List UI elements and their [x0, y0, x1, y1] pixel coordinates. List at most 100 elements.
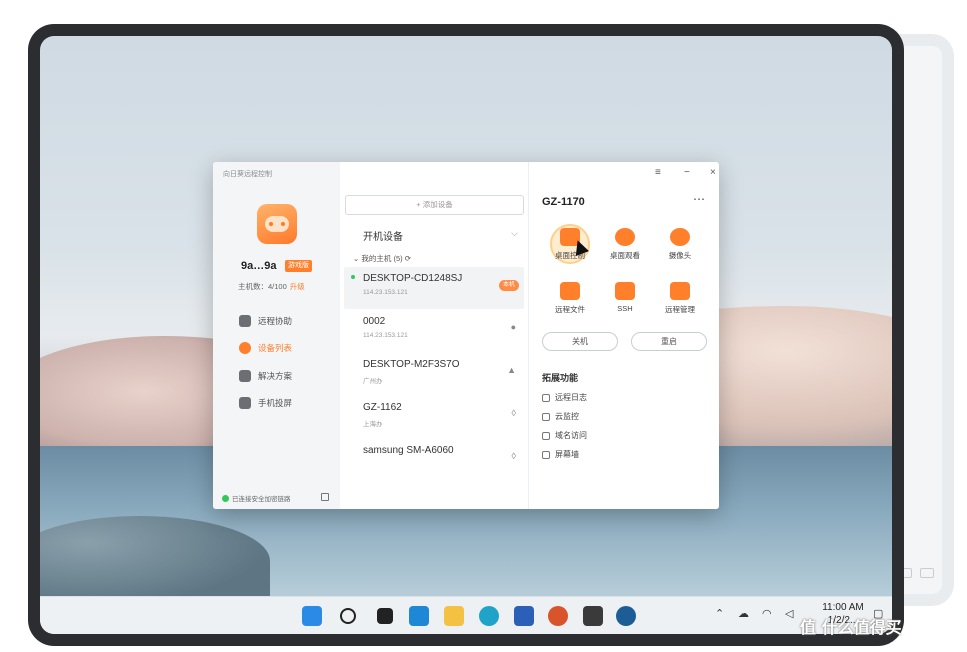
- android-icon: ▲: [507, 365, 516, 375]
- device-title: GZ-1170: [542, 196, 585, 208]
- ext-label: 云监控: [555, 412, 579, 421]
- menu-icon[interactable]: ≡: [655, 167, 661, 178]
- ext-item-domain-access[interactable]: 域名访问: [542, 430, 587, 441]
- wifi-icon[interactable]: ◠: [762, 607, 772, 620]
- chevron-up-icon[interactable]: ⌃: [715, 607, 724, 620]
- action-label: 远程文件: [555, 305, 585, 314]
- screen-wall-icon: [542, 450, 550, 459]
- solutions-icon: [239, 370, 251, 382]
- task-view-icon[interactable]: [377, 608, 393, 624]
- powerpoint-icon[interactable]: [548, 606, 568, 626]
- group-label: 我的主机 (5): [361, 254, 403, 263]
- ext-label: 域名访问: [555, 431, 587, 440]
- sidebar-item-label: 设备列表: [258, 343, 293, 353]
- device-detail-panel: ≡ − × GZ-1170 ⋯ 桌面控制 桌面观看 摄像头 远程文件 SSH 远…: [529, 162, 719, 509]
- device-item[interactable]: DESKTOP-CD1248SJ 114.23.153.121 本机: [344, 267, 524, 309]
- device-item[interactable]: DESKTOP-M2F3S7O 广州办 ▲: [344, 353, 524, 395]
- device-item[interactable]: 0002 114.23.153.121 ●: [344, 310, 524, 352]
- this-device-tag: 本机: [498, 280, 519, 291]
- camera-button[interactable]: 摄像头: [652, 228, 708, 268]
- secure-label: 已连接安全加密链路: [232, 496, 291, 503]
- device-list-panel: + 添加设备 开机设备 ⌵ ⌄ 我的主机 (5) ⟳ DESKTOP-CD124…: [340, 162, 529, 509]
- desktop-control-button[interactable]: 桌面控制: [542, 228, 598, 268]
- more-icon[interactable]: ⋯: [693, 192, 706, 206]
- sidebar: 向日葵远程控制 9a…9a 游戏版 主机数：4/100 升级 远程协助 设备列表 …: [213, 162, 340, 509]
- status-dot-icon: [222, 494, 229, 502]
- extensions-title: 拓展功能: [542, 373, 579, 383]
- log-icon: [542, 393, 550, 402]
- action-label: 远程管理: [665, 305, 695, 314]
- refresh-icon[interactable]: ⟳: [403, 254, 411, 263]
- domain-access-icon: [542, 431, 550, 440]
- boot-devices-label: 开机设备: [363, 232, 403, 243]
- search-icon[interactable]: [340, 608, 356, 624]
- device-item[interactable]: GZ-1162 上海办 ◊: [344, 396, 524, 438]
- edge-icon[interactable]: [479, 606, 499, 626]
- device-item[interactable]: samsung SM-A6060 ◊: [344, 439, 524, 481]
- power-off-button[interactable]: 关机: [542, 332, 618, 351]
- sidebar-item-label: 远程协助: [258, 316, 293, 326]
- camera-icon: [670, 228, 690, 246]
- upgrade-link[interactable]: 升级: [290, 282, 305, 291]
- device-name: DESKTOP-CD1248SJ: [363, 273, 463, 284]
- widgets-icon[interactable]: [409, 606, 429, 626]
- restart-button[interactable]: 重启: [631, 332, 707, 351]
- sidebar-item-screen-cast[interactable]: 手机投屏: [239, 395, 329, 411]
- remote-manage-icon: [670, 282, 690, 300]
- online-dot-icon: [351, 275, 355, 279]
- cloud-icon[interactable]: ☁: [738, 607, 749, 620]
- secure-status: 已连接安全加密链路: [222, 493, 291, 503]
- ssh-icon: [615, 282, 635, 300]
- remote-manage-button[interactable]: 远程管理: [652, 282, 708, 322]
- ext-item-screen-wall[interactable]: 屏幕墙: [542, 449, 579, 460]
- remote-assist-icon: [239, 315, 251, 327]
- device-name: 0002: [363, 316, 386, 327]
- device-name: DESKTOP-M2F3S7O: [363, 359, 460, 370]
- desktop-view-button[interactable]: 桌面观看: [597, 228, 653, 268]
- device-detail: 114.23.153.121: [363, 289, 408, 296]
- lock-icon[interactable]: [321, 493, 329, 501]
- remote-files-icon: [560, 282, 580, 300]
- start-icon[interactable]: [302, 606, 322, 626]
- volume-icon[interactable]: ◁: [785, 607, 793, 620]
- device-list-icon: [239, 342, 251, 354]
- app-title: 向日葵远程控制: [223, 171, 272, 178]
- boot-devices-row[interactable]: 开机设备 ⌵: [363, 228, 518, 243]
- stage: ⌃ ☁ ◠ ◁ 11:00 AM 1/2/2... ▢ 向日葵远程控制 9a…9…: [0, 0, 967, 652]
- ext-item-cloud-monitor[interactable]: 云监控: [542, 411, 579, 422]
- taskbar: ⌃ ☁ ◠ ◁ 11:00 AM 1/2/2... ▢: [40, 596, 892, 634]
- host-count-label: 主机数：4/100: [238, 282, 287, 291]
- cloud-monitor-icon: [542, 412, 550, 421]
- device-detail: 114.23.153.121: [363, 332, 408, 339]
- device-name: samsung SM-A6060: [363, 445, 454, 456]
- remote-files-button[interactable]: 远程文件: [542, 282, 598, 322]
- sidebar-item-device-list[interactable]: 设备列表: [239, 340, 329, 356]
- add-device-button[interactable]: + 添加设备: [345, 195, 524, 215]
- device-group-header[interactable]: ⌄ 我的主机 (5) ⟳: [353, 253, 411, 264]
- store-icon[interactable]: [583, 606, 603, 626]
- remote-control-window: 向日葵远程控制 9a…9a 游戏版 主机数：4/100 升级 远程协助 设备列表 …: [213, 162, 719, 509]
- ext-label: 屏幕墙: [555, 450, 579, 459]
- host-count: 主机数：4/100 升级: [238, 281, 305, 292]
- action-label: 桌面观看: [610, 251, 640, 260]
- linux-icon: ◊: [511, 451, 516, 461]
- minimize-icon[interactable]: −: [684, 167, 690, 178]
- tiny-window-icon: [920, 568, 934, 578]
- file-explorer-icon[interactable]: [444, 606, 464, 626]
- sidebar-item-remote-assist[interactable]: 远程协助: [239, 313, 329, 329]
- ext-item-remote-log[interactable]: 远程日志: [542, 392, 587, 403]
- ssh-button[interactable]: SSH: [597, 282, 653, 322]
- sidebar-item-label: 解决方案: [258, 371, 293, 381]
- word-icon[interactable]: [514, 606, 534, 626]
- close-icon[interactable]: ×: [710, 167, 716, 178]
- device-detail: 广州办: [363, 378, 383, 385]
- ext-label: 远程日志: [555, 393, 587, 402]
- user-name[interactable]: 9a…9a: [241, 260, 276, 272]
- apple-icon: ●: [510, 322, 516, 332]
- sidebar-item-solutions[interactable]: 解决方案: [239, 368, 329, 384]
- steam-icon[interactable]: [616, 606, 636, 626]
- gamepad-avatar-icon[interactable]: [257, 204, 297, 244]
- screen-cast-icon: [239, 397, 251, 409]
- desktop-view-icon: [615, 228, 635, 246]
- action-label: 桌面控制: [555, 251, 585, 260]
